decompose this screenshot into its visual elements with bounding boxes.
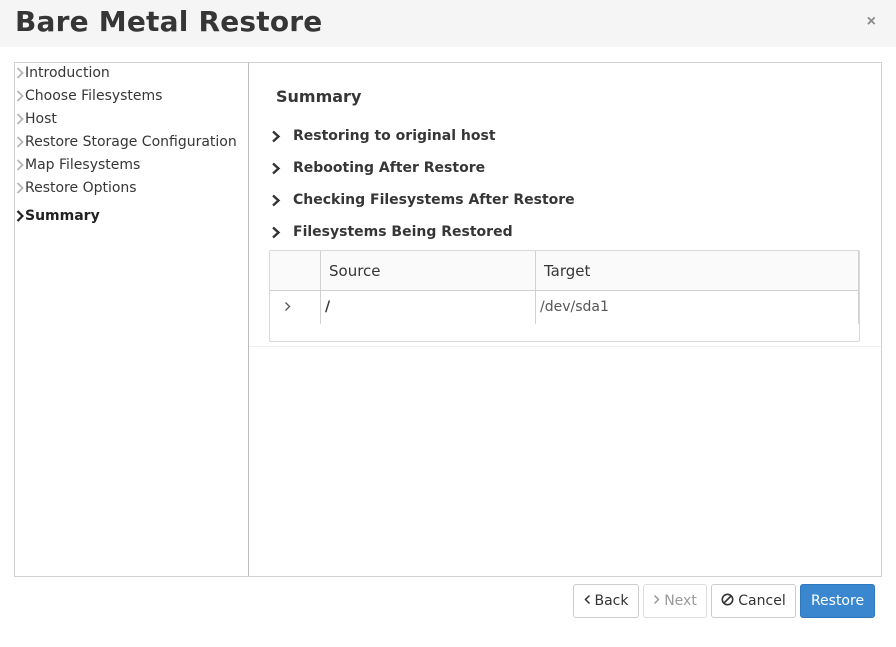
section-checking-filesystems-after-restore[interactable]: Checking Filesystems After Restore bbox=[271, 190, 575, 210]
table-cell-source: / bbox=[325, 299, 331, 315]
back-button-label: Back bbox=[594, 593, 629, 609]
column-header-source[interactable]: Source bbox=[329, 262, 381, 280]
chevron-right-icon bbox=[15, 136, 25, 148]
chevron-right-icon bbox=[15, 182, 25, 194]
next-button-label: Next bbox=[664, 593, 697, 609]
chevron-right-icon bbox=[271, 162, 293, 175]
sidebar-item-restore-storage-configuration[interactable]: Restore Storage Configuration bbox=[15, 132, 237, 152]
filesystems-table: Source Target / /dev/sda1 bbox=[269, 250, 860, 342]
chevron-right-icon bbox=[15, 113, 25, 125]
chevron-right-icon bbox=[271, 226, 293, 239]
chevron-right-icon bbox=[15, 210, 25, 222]
sidebar-item-label: Choose Filesystems bbox=[25, 88, 163, 104]
chevron-right-icon bbox=[653, 593, 660, 609]
section-label: Rebooting After Restore bbox=[293, 160, 486, 176]
sidebar-item-map-filesystems[interactable]: Map Filesystems bbox=[15, 155, 140, 175]
chevron-right-icon bbox=[271, 130, 293, 143]
cancel-button-label: Cancel bbox=[738, 593, 786, 609]
section-label: Checking Filesystems After Restore bbox=[293, 192, 575, 208]
summary-panel: Summary Restoring to original host Reboo… bbox=[249, 62, 882, 577]
column-divider bbox=[535, 251, 536, 324]
cancel-button[interactable]: Cancel bbox=[711, 584, 796, 618]
row-expand-icon[interactable] bbox=[280, 298, 294, 314]
dialog-title: Bare Metal Restore bbox=[15, 5, 323, 38]
chevron-left-icon bbox=[583, 593, 591, 609]
section-label: Filesystems Being Restored bbox=[293, 224, 513, 240]
restore-button[interactable]: Restore bbox=[800, 584, 875, 618]
sidebar-item-summary[interactable]: Summary bbox=[15, 206, 100, 226]
close-icon[interactable]: × bbox=[867, 12, 876, 32]
chevron-right-icon bbox=[15, 67, 25, 79]
section-filesystems-being-restored[interactable]: Filesystems Being Restored bbox=[271, 222, 513, 242]
wizard-steps-sidebar: Introduction Choose Filesystems Host Res… bbox=[14, 62, 249, 577]
section-label: Restoring to original host bbox=[293, 128, 496, 144]
page-title: Summary bbox=[276, 87, 362, 106]
sidebar-item-label: Restore Storage Configuration bbox=[25, 134, 237, 150]
sidebar-item-label: Map Filesystems bbox=[25, 157, 141, 173]
ban-icon bbox=[721, 593, 734, 610]
column-header-target[interactable]: Target bbox=[544, 262, 590, 280]
back-button[interactable]: Back bbox=[573, 584, 639, 618]
table-cell-target: /dev/sda1 bbox=[540, 299, 609, 315]
section-rebooting-after-restore[interactable]: Rebooting After Restore bbox=[271, 158, 485, 178]
section-restoring-to-original-host[interactable]: Restoring to original host bbox=[271, 126, 496, 146]
sidebar-item-host[interactable]: Host bbox=[15, 109, 57, 129]
sidebar-item-introduction[interactable]: Introduction bbox=[15, 63, 110, 83]
sidebar-item-label: Restore Options bbox=[25, 180, 137, 196]
column-divider bbox=[858, 251, 859, 324]
chevron-right-icon bbox=[15, 159, 25, 171]
sidebar-item-label: Host bbox=[25, 111, 57, 127]
dialog-header: Bare Metal Restore × bbox=[0, 0, 896, 47]
chevron-right-icon bbox=[15, 90, 25, 102]
next-button[interactable]: Next bbox=[643, 584, 707, 618]
sidebar-item-choose-filesystems[interactable]: Choose Filesystems bbox=[15, 86, 162, 106]
restore-button-label: Restore bbox=[810, 593, 865, 609]
divider bbox=[249, 346, 881, 347]
chevron-right-icon bbox=[271, 194, 293, 207]
sidebar-item-label: Introduction bbox=[25, 65, 110, 81]
sidebar-item-restore-options[interactable]: Restore Options bbox=[15, 178, 137, 198]
column-divider bbox=[320, 251, 321, 324]
sidebar-item-label: Summary bbox=[25, 208, 100, 224]
